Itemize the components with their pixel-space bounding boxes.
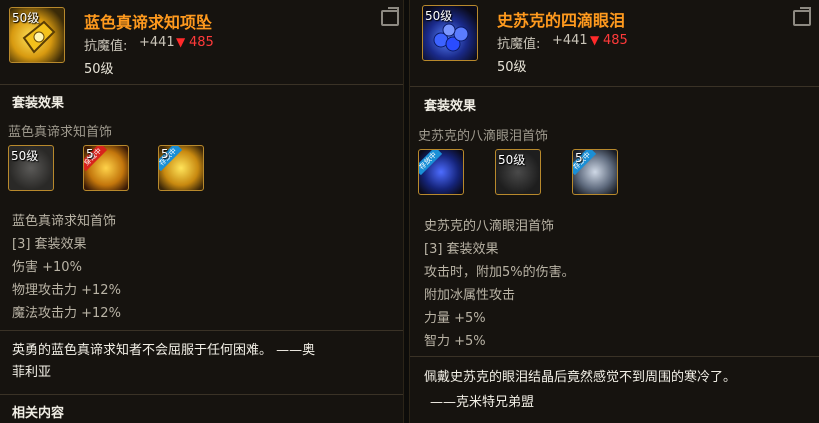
item-level: 50级 (497, 60, 527, 75)
set-line: 智力 +5% (424, 334, 486, 349)
set-line: [3] 套装效果 (424, 242, 499, 257)
set-slot-necklace[interactable]: 50级 (8, 145, 54, 191)
item-name: 史苏克的四滴眼泪 (497, 11, 626, 30)
flavor-line: 菲利亚 (12, 365, 52, 380)
stat-upgrade-value: 485 (189, 35, 214, 50)
stat-label: 抗魔值: (497, 37, 541, 52)
flavor-line: ——克米特兄弟盟 (430, 395, 535, 410)
stat-upgrade-value: 485 (603, 33, 628, 48)
necklace-item-icon[interactable]: 50级 (9, 7, 65, 63)
slot-level-tag: 50级 (498, 153, 526, 167)
item-tooltip-right: 50级 史苏克的四滴眼泪 抗魔值: +441 ▼ 485 50级 套装效果 史苏… (409, 0, 819, 423)
down-arrow-icon: ▼ (176, 35, 186, 49)
stored-ribbon: 存放中 (419, 150, 443, 176)
set-slot-dark-ring[interactable]: 50级 (495, 149, 541, 195)
divider (0, 330, 403, 331)
set-effect-header: 套装效果 (424, 99, 477, 114)
set-line: 附加冰属性攻击 (424, 288, 516, 303)
item-tooltip-left: 50级 蓝色真谛求知项坠 抗魔值: +441 ▼ 485 50级 套装效果 蓝色… (0, 0, 404, 423)
share-icon[interactable] (793, 7, 811, 26)
divider (410, 356, 819, 357)
set-line: 蓝色真谛求知首饰 (12, 214, 117, 229)
down-arrow-icon: ▼ (590, 33, 600, 47)
set-line: 伤害 +10% (12, 260, 82, 275)
set-line: [3] 套装效果 (12, 237, 87, 252)
slot-level-tag: 50级 (11, 149, 39, 163)
set-line: 攻击时，附加5%的伤害。 (424, 265, 575, 280)
item-level-tag: 50级 (12, 11, 40, 25)
set-slot-bracelet[interactable]: 5 存放中 (158, 145, 204, 191)
tear-necklace-item-icon[interactable]: 50级 (422, 5, 478, 61)
set-name: 蓝色真谛求知首饰 (8, 125, 113, 140)
slot-level-tag: 5 (161, 147, 169, 161)
set-slot-tear-necklace[interactable]: 存放中 (418, 149, 464, 195)
divider (0, 394, 403, 395)
slot-level-tag: 5 (575, 151, 583, 165)
set-line: 力量 +5% (424, 311, 486, 326)
set-name: 史苏克的八滴眼泪首饰 (418, 129, 549, 144)
item-level-tag: 50级 (425, 9, 453, 23)
share-icon[interactable] (381, 7, 399, 26)
set-line: 魔法攻击力 +12% (12, 306, 121, 321)
set-slot-silver-bracelet[interactable]: 5 存放中 (572, 149, 618, 195)
flavor-line: 佩戴史苏克的眼泪结晶后竟然感觉不到周围的寒冷了。 (424, 370, 737, 385)
stat-base-value: +441 (552, 33, 588, 48)
stat-label: 抗魔值: (84, 39, 128, 54)
divider (410, 86, 819, 87)
set-line: 史苏克的八滴眼泪首饰 (424, 219, 555, 234)
item-name: 蓝色真谛求知项坠 (84, 13, 213, 32)
set-line: 物理攻击力 +12% (12, 283, 121, 298)
related-content-header: 相关内容 (12, 406, 65, 421)
item-level: 50级 (84, 62, 114, 77)
set-slot-ring[interactable]: 5 穿戴中 (83, 145, 129, 191)
divider (0, 84, 403, 85)
set-effect-header: 套装效果 (12, 96, 65, 111)
stat-base-value: +441 (139, 35, 175, 50)
flavor-line: 英勇的蓝色真谛求知者不会屈服于任何困难。 ——奥 (12, 343, 316, 358)
slot-level-tag: 5 (86, 147, 94, 161)
